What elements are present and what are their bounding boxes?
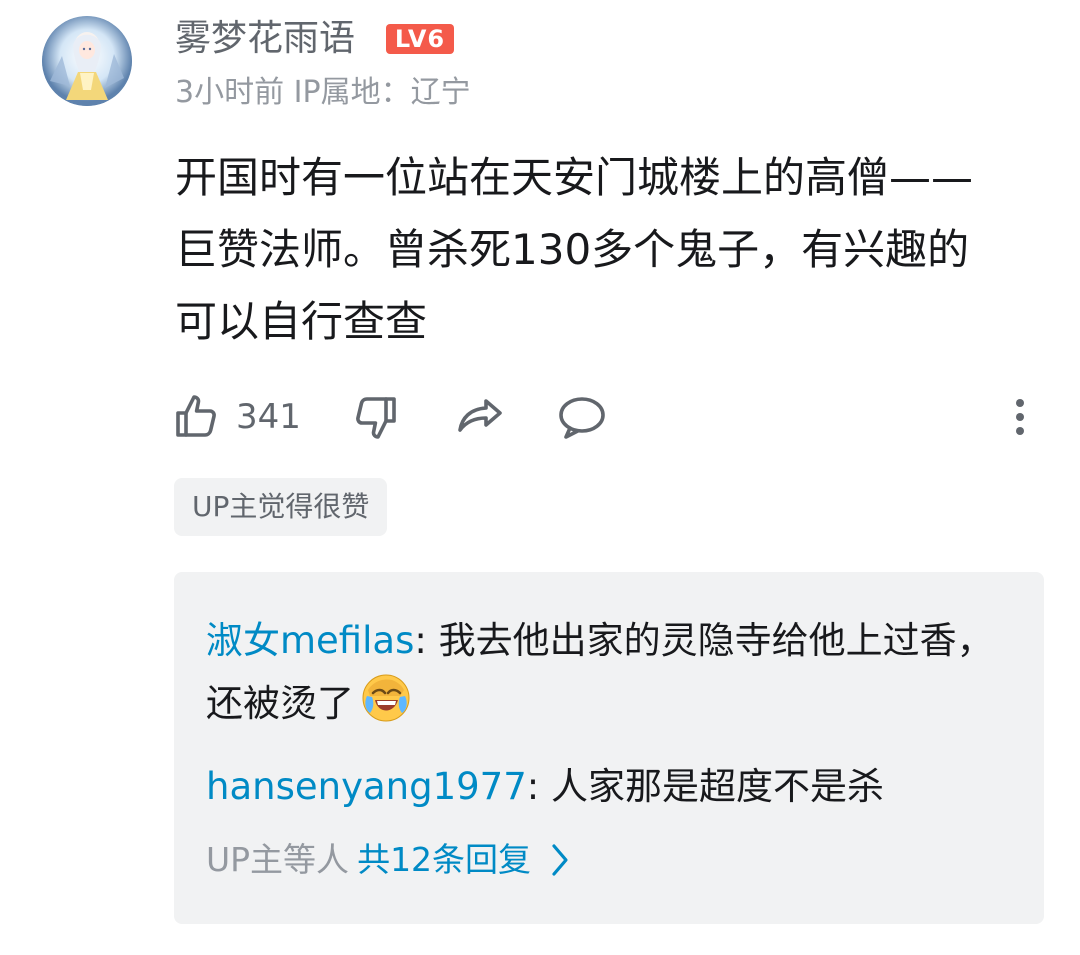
more-vertical-icon	[1004, 393, 1036, 441]
like-count: 341	[236, 397, 301, 437]
share-icon	[454, 393, 506, 441]
share-button[interactable]	[454, 392, 506, 442]
view-all-replies[interactable]: UP主等人 共12条回复	[206, 834, 571, 886]
comment-meta: 3小时前 IP属地：辽宁	[175, 73, 471, 113]
anime-girl-avatar-image	[42, 16, 132, 106]
reply-summary-prefix: UP主等人	[206, 840, 350, 879]
comment-bubble-icon	[556, 393, 608, 441]
reply-preview-panel[interactable]: 淑女mefilas: 我去他出家的灵隐寺给他上过香，还被烫了 hansenyan…	[174, 572, 1044, 924]
reply-separator: :	[414, 619, 439, 662]
comment-ip-location: IP属地：辽宁	[293, 75, 471, 110]
user-level-badge: LV6	[386, 24, 454, 54]
user-avatar[interactable]	[42, 16, 132, 106]
like-button[interactable]: 341	[172, 392, 301, 442]
comment-author-name[interactable]: 雾梦花雨语	[175, 16, 355, 62]
comment-text: 开国时有一位站在天安门城楼上的高僧—— 巨赞法师。曾杀死130多个鬼子，有兴趣的…	[175, 153, 974, 346]
thumbs-up-icon	[172, 393, 220, 441]
reply-separator: :	[526, 765, 551, 808]
reply-author[interactable]: hansenyang1977	[206, 765, 527, 808]
reply-button[interactable]	[556, 392, 608, 442]
reply-item[interactable]: hansenyang1977: 人家那是超度不是杀	[206, 756, 996, 818]
reply-author[interactable]: 淑女mefilas	[206, 619, 414, 662]
up-liked-tag: UP主觉得很赞	[174, 478, 388, 536]
more-options-button[interactable]	[1004, 392, 1036, 442]
thumbs-down-icon	[352, 393, 400, 441]
laughing-tears-emoji-icon	[360, 672, 412, 724]
dislike-button[interactable]	[352, 392, 400, 442]
comment-time: 3小时前	[175, 75, 285, 110]
reply-count-link[interactable]: 共12条回复	[357, 834, 531, 886]
chevron-right-icon	[549, 842, 571, 878]
reply-item[interactable]: 淑女mefilas: 我去他出家的灵隐寺给他上过香，还被烫了	[206, 610, 996, 735]
reply-text: 人家那是超度不是杀	[550, 765, 884, 808]
